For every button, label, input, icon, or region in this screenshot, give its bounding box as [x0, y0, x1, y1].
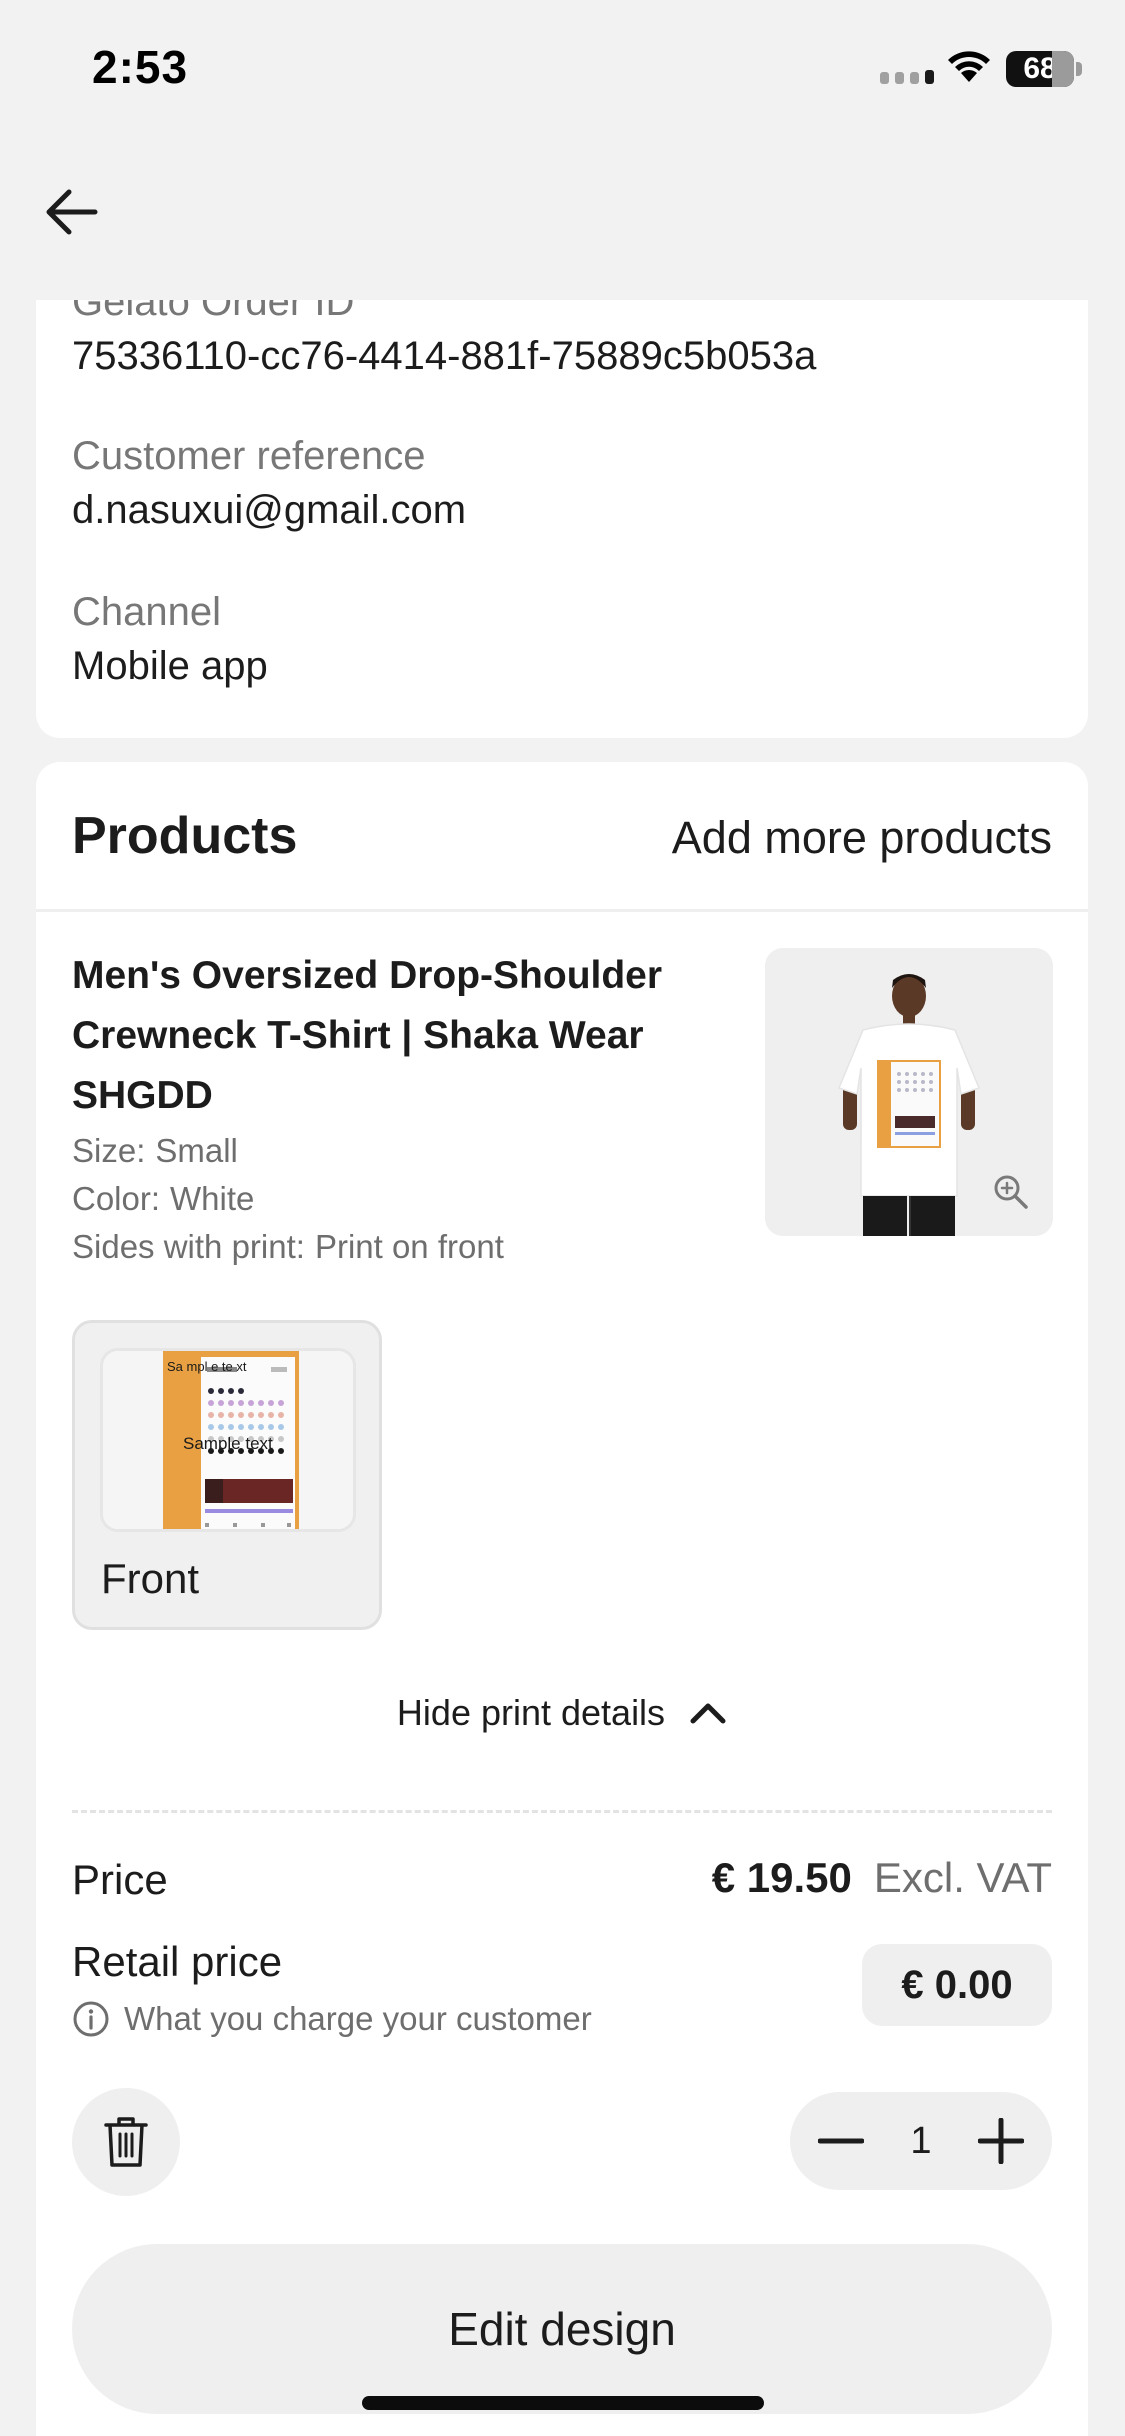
- price-value: € 19.50: [711, 1854, 852, 1901]
- product-name: Men's Oversized Drop-Shoulder Crewneck T…: [72, 954, 663, 1117]
- print-preview-text: Sample text: [183, 1434, 273, 1453]
- sides-label: Sides with print:: [72, 1228, 305, 1265]
- customer-reference-value: d.nasuxui@gmail.com: [72, 488, 467, 532]
- order-id-label: Gelato Order ID: [72, 300, 355, 324]
- products-card: Products Add more products Men's Oversiz…: [36, 762, 1088, 2436]
- retail-price-hint-text: What you charge your customer: [124, 2000, 592, 2037]
- arrow-left-icon: [46, 189, 98, 235]
- back-button[interactable]: [40, 180, 104, 244]
- size-value: Small: [155, 1132, 238, 1169]
- chevron-up-icon: [690, 1703, 726, 1724]
- sides-value: Print on front: [314, 1228, 504, 1265]
- price-display: € 19.50 Excl. VAT: [712, 1854, 1052, 1902]
- product-print-sides: Sides with print: Print on front: [72, 1228, 504, 1266]
- customer-reference-field: Customer reference d.nasuxui@gmail.com: [72, 432, 466, 540]
- zoom-in-icon[interactable]: [993, 1174, 1029, 1210]
- order-id-value: 75336110-cc76-4414-881f-75889c5b053a: [72, 334, 817, 378]
- status-time: 2:53: [92, 41, 189, 93]
- order-id-field: Gelato Order ID 75336110-cc76-4414-881f-…: [72, 300, 816, 386]
- delete-product-button[interactable]: [72, 2088, 180, 2196]
- channel-value: Mobile app: [72, 644, 268, 688]
- battery-nub: [1076, 62, 1082, 76]
- retail-price-label: Retail price: [72, 1938, 283, 1985]
- color-value: White: [170, 1180, 255, 1217]
- hide-print-details-toggle[interactable]: Hide print details: [36, 1692, 1088, 1734]
- retail-price-hint: What you charge your customer: [72, 2000, 592, 2038]
- add-more-products-button[interactable]: Add more products: [672, 812, 1052, 864]
- section-divider: [72, 1810, 1052, 1813]
- products-title: Products: [72, 807, 298, 865]
- color-label: Color:: [72, 1180, 161, 1217]
- quantity-stepper: 1: [790, 2092, 1052, 2190]
- wifi-icon: [948, 51, 990, 82]
- order-details-card: Gelato Order ID 75336110-cc76-4414-881f-…: [36, 300, 1088, 738]
- customer-reference-label: Customer reference: [72, 434, 426, 478]
- channel-label: Channel: [72, 590, 222, 634]
- price-vat-note: Excl. VAT: [873, 1854, 1052, 1901]
- cellular-signal-icon: [880, 70, 934, 84]
- hide-print-details-label: Hide print details: [396, 1692, 666, 1733]
- minus-icon[interactable]: [818, 2118, 864, 2164]
- battery-empty-segment: [1052, 51, 1074, 87]
- print-file-preview: Sa mpl e te xt Sample text: [100, 1348, 356, 1532]
- edit-design-button[interactable]: Edit design: [72, 2244, 1052, 2414]
- product-mockup-thumbnail[interactable]: [765, 948, 1053, 1236]
- retail-price-input[interactable]: € 0.00: [862, 1944, 1052, 2026]
- print-design-image: Sa mpl e te xt Sample text: [103, 1351, 353, 1529]
- plus-icon[interactable]: [977, 2118, 1024, 2164]
- quantity-value: 1: [910, 2119, 932, 2162]
- print-file-tile-front[interactable]: Sa mpl e te xt Sample text Front: [72, 1320, 382, 1630]
- print-side-label: Front: [101, 1555, 200, 1602]
- status-bar: 2:53 68: [0, 0, 1125, 140]
- channel-field: Channel Mobile app: [72, 588, 268, 696]
- products-header: Products Add more products: [36, 762, 1088, 912]
- info-icon: [73, 2001, 109, 2037]
- size-label: Size:: [72, 1132, 146, 1169]
- home-indicator: [362, 2396, 764, 2410]
- print-preview-side-text: Sa mpl e te xt: [167, 1359, 247, 1374]
- price-label: Price: [72, 1856, 168, 1903]
- product-color: Color: White: [72, 1180, 254, 1218]
- product-size: Size: Small: [72, 1132, 238, 1170]
- trash-icon: [104, 2117, 148, 2167]
